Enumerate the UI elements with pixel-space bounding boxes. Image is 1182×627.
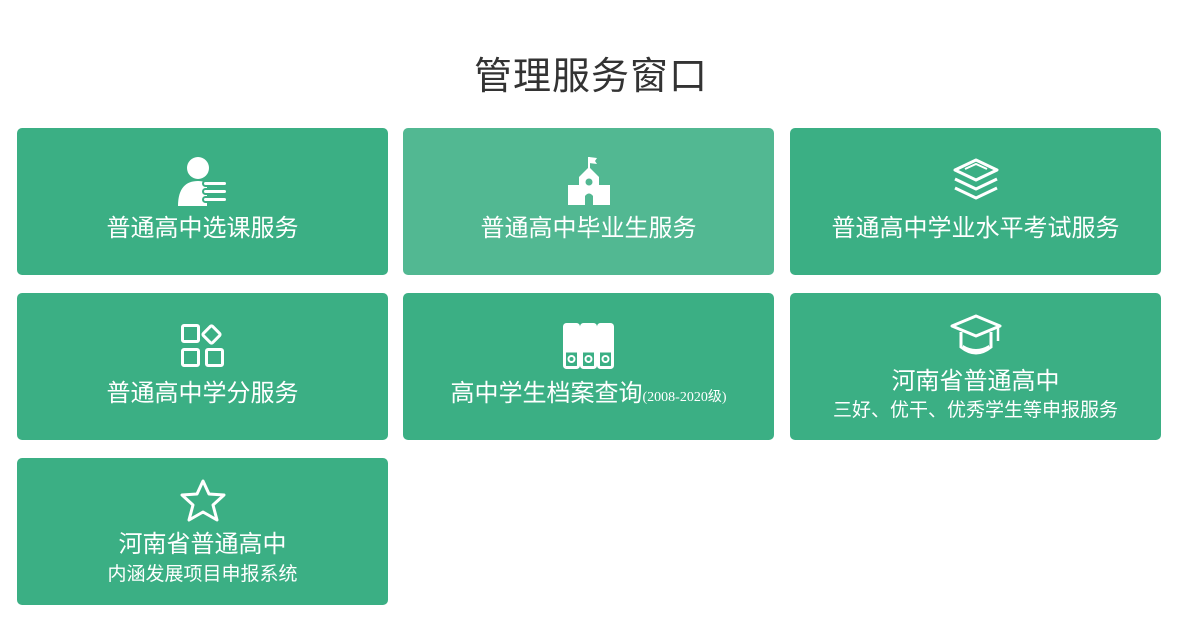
user-list-icon	[176, 156, 230, 208]
page-title: 管理服务窗口	[473, 54, 708, 98]
archive-binders-icon	[562, 323, 615, 369]
tile-academic-exam-service[interactable]: 普通高中学业水平考试服务	[790, 128, 1161, 275]
tile-label: 普通高中学业水平考试服务	[831, 214, 1120, 242]
star-outline-icon	[179, 478, 227, 524]
tile-label: 普通高中选课服务	[106, 214, 299, 242]
tile-credit-service[interactable]: 普通高中学分服务	[17, 293, 388, 440]
tile-development-project-application[interactable]: 河南省普通高中 内涵发展项目申报系统	[17, 458, 388, 605]
apps-grid-icon	[180, 323, 226, 369]
tile-label: 普通高中毕业生服务	[480, 214, 697, 242]
tile-label: 高中学生档案查询(2008-2020级)	[403, 378, 774, 413]
tile-label-suffix: (2008-2020级)	[642, 390, 727, 405]
tile-label: 河南省普通高中	[891, 367, 1060, 395]
layers-icon	[951, 157, 1001, 203]
tile-label: 普通高中学分服务	[106, 379, 299, 407]
tile-sublabel: 三好、优干、优秀学生等申报服务	[832, 399, 1118, 421]
tile-sublabel: 内涵发展项目申报系统	[107, 563, 298, 585]
tile-merit-student-application[interactable]: 河南省普通高中 三好、优干、优秀学生等申报服务	[790, 293, 1161, 440]
tile-course-selection[interactable]: 普通高中选课服务	[17, 128, 388, 275]
tile-label: 河南省普通高中	[118, 530, 287, 558]
tile-label-main: 高中学生档案查询	[450, 379, 643, 407]
management-service-page: 管理服务窗口 普通高中选课服务 普通高中毕业生服务 普通高中学业水平考试服务 普…	[0, 0, 1182, 627]
tile-archive-query[interactable]: 高中学生档案查询(2008-2020级)	[403, 293, 774, 440]
tile-graduate-service[interactable]: 普通高中毕业生服务	[403, 128, 774, 275]
school-building-icon	[566, 155, 612, 207]
graduation-cap-icon	[949, 313, 1003, 359]
